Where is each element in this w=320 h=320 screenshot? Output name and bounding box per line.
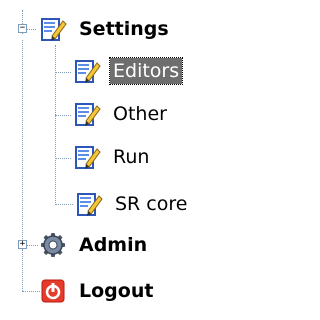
tree-view: − + Settings Editors Other Run SR core A… (0, 0, 243, 320)
tree-connector (55, 115, 71, 116)
collapse-settings-toggle[interactable]: − (18, 24, 27, 33)
expand-admin-toggle[interactable]: + (18, 240, 27, 249)
gear-icon (41, 233, 65, 257)
tree-node-logout[interactable]: Logout (38, 273, 156, 309)
tree-node-run[interactable]: Run (72, 139, 152, 175)
tree-node-label: Logout (79, 280, 154, 302)
power-icon (41, 279, 65, 303)
tree-node-settings[interactable]: Settings (38, 11, 172, 47)
doc-pencil-icon (77, 193, 103, 216)
doc-pencil-icon (41, 18, 67, 41)
tree-node-label: Admin (79, 234, 148, 256)
tree-node-editors[interactable]: Editors (72, 53, 184, 89)
tree-node-label: Settings (79, 18, 169, 40)
tree-connector (55, 72, 71, 73)
tree-node-sr-core[interactable]: SR core (74, 186, 190, 222)
doc-pencil-icon (75, 60, 101, 83)
doc-pencil-icon (75, 146, 101, 169)
tree-connector (22, 40, 23, 245)
tree-node-other[interactable]: Other (72, 96, 170, 132)
tree-connector (55, 158, 71, 159)
tree-connector (22, 249, 23, 291)
tree-node-label: Run (113, 146, 150, 168)
tree-connector (55, 204, 73, 205)
tree-node-admin[interactable]: Admin (38, 227, 150, 263)
doc-pencil-icon (75, 103, 101, 126)
tree-connector (55, 45, 56, 205)
tree-node-label: Editors (108, 57, 184, 85)
tree-connector (26, 245, 38, 246)
tree-node-label: SR core (115, 193, 188, 215)
tree-node-label: Other (113, 103, 167, 125)
